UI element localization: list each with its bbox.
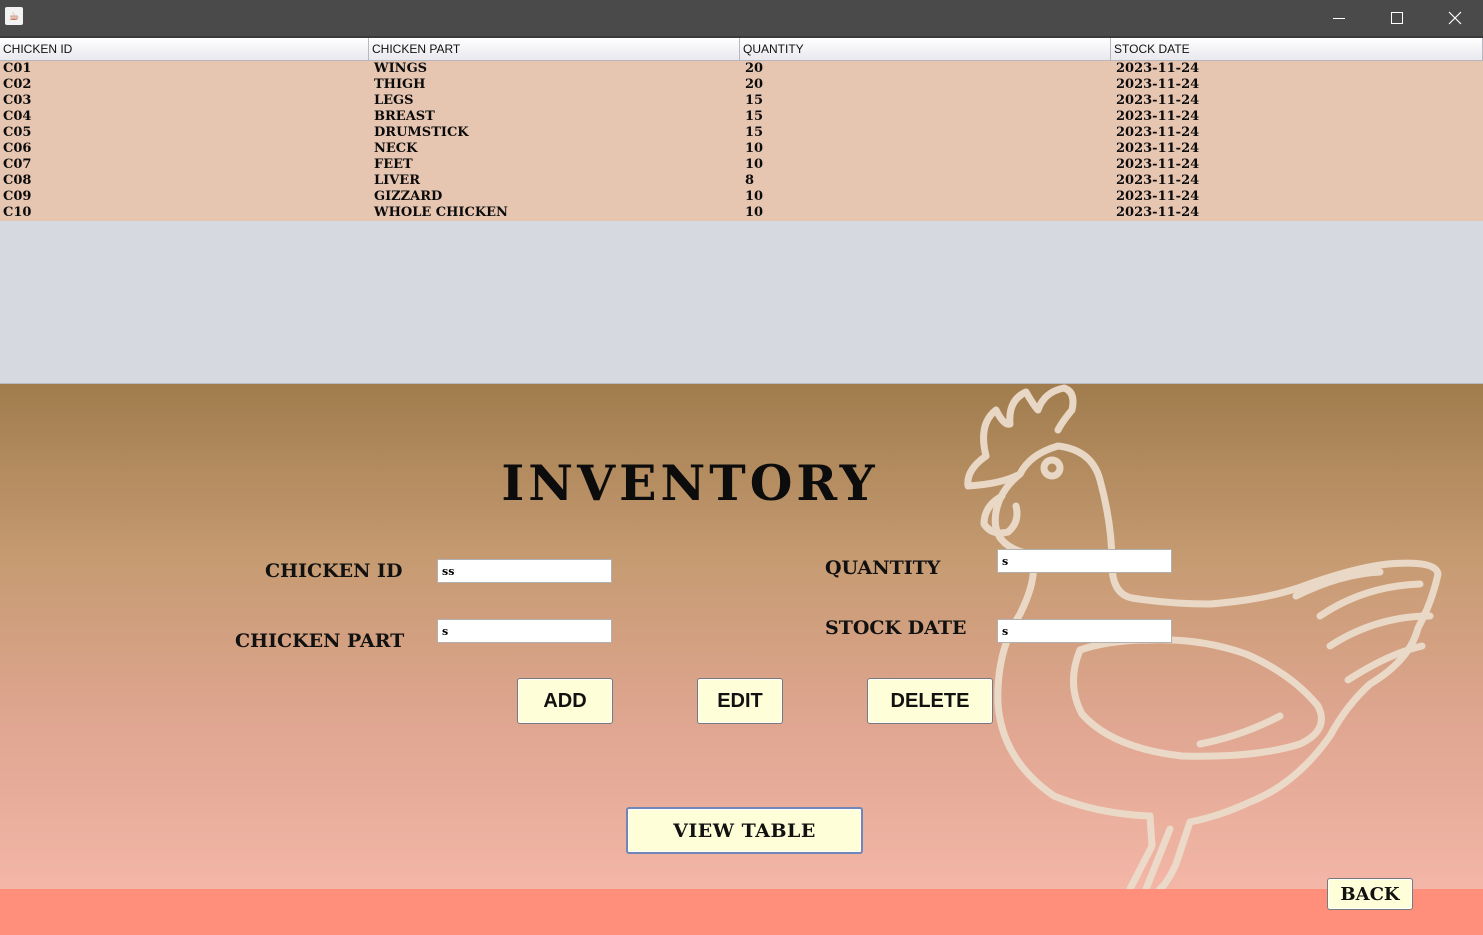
minimize-icon (1333, 17, 1345, 19)
maximize-button[interactable] (1368, 0, 1426, 36)
table-row[interactable]: C08 LIVER 8 2023-11-24 (0, 173, 1483, 189)
cell-quantity: 20 (745, 77, 764, 92)
table-row[interactable]: C05 DRUMSTICK 15 2023-11-24 (0, 125, 1483, 141)
cell-chicken-part: GIZZARD (374, 189, 443, 204)
inventory-table[interactable]: CHICKEN ID CHICKEN PART QUANTITY STOCK D… (0, 38, 1483, 384)
table-row[interactable]: C02 THIGH 20 2023-11-24 (0, 77, 1483, 93)
chicken-id-label: CHICKEN ID (265, 560, 403, 582)
quantity-field[interactable] (997, 549, 1172, 573)
chicken-part-label: CHICKEN PART (235, 630, 405, 652)
back-button[interactable]: BACK (1327, 878, 1413, 910)
cell-quantity: 8 (745, 173, 755, 188)
table-row[interactable]: C07 FEET 10 2023-11-24 (0, 157, 1483, 173)
cell-chicken-id: C08 (3, 173, 32, 188)
table-body: C01 WINGS 20 2023-11-24 C02 THIGH 20 2023-11-24… (0, 61, 1483, 221)
table-row[interactable]: C01 WINGS 20 2023-11-24 (0, 61, 1483, 77)
table-header: CHICKEN ID CHICKEN PART QUANTITY STOCK D… (0, 38, 1483, 61)
cell-chicken-id: C01 (3, 61, 32, 76)
cell-chicken-part: LEGS (374, 93, 414, 108)
cell-stock-date: 2023-11-24 (1116, 141, 1200, 156)
add-button[interactable]: ADD (517, 678, 613, 724)
table-row[interactable]: C03 LEGS 15 2023-11-24 (0, 93, 1483, 109)
cell-chicken-id: C09 (3, 189, 32, 204)
cell-quantity: 10 (745, 141, 764, 156)
cell-chicken-part: FEET (374, 157, 413, 172)
cell-stock-date: 2023-11-24 (1116, 61, 1200, 76)
close-icon (1448, 11, 1462, 25)
table-row[interactable]: C04 BREAST 15 2023-11-24 (0, 109, 1483, 125)
cell-chicken-id: C06 (3, 141, 32, 156)
window-titlebar: ☕ (0, 0, 1483, 38)
cell-chicken-part: WINGS (374, 61, 428, 76)
table-row[interactable]: C06 NECK 10 2023-11-24 (0, 141, 1483, 157)
delete-button[interactable]: DELETE (867, 678, 993, 724)
cell-stock-date: 2023-11-24 (1116, 205, 1200, 220)
cell-quantity: 15 (745, 93, 764, 108)
cell-quantity: 20 (745, 61, 764, 76)
cell-quantity: 15 (745, 109, 764, 124)
view-table-button[interactable]: VIEW TABLE (626, 807, 863, 854)
cell-chicken-id: C05 (3, 125, 32, 140)
stock-date-label: STOCK DATE (825, 617, 967, 639)
cell-stock-date: 2023-11-24 (1116, 125, 1200, 140)
cell-chicken-part: DRUMSTICK (374, 125, 469, 140)
cell-stock-date: 2023-11-24 (1116, 173, 1200, 188)
column-header-chicken-part[interactable]: CHICKEN PART (369, 38, 740, 60)
quantity-label: QUANTITY (825, 557, 941, 579)
inventory-form-panel: INVENTORY CHICKEN ID CHICKEN PART QUANTI… (0, 384, 1483, 889)
edit-button[interactable]: EDIT (697, 678, 783, 724)
cell-chicken-id: C07 (3, 157, 32, 172)
cell-quantity: 10 (745, 157, 764, 172)
table-row[interactable]: C10 WHOLE CHICKEN 10 2023-11-24 (0, 205, 1483, 221)
column-header-stock-date[interactable]: STOCK DATE (1111, 38, 1483, 60)
cell-chicken-part: WHOLE CHICKEN (374, 205, 508, 220)
chicken-id-field[interactable] (437, 559, 612, 583)
cell-chicken-part: THIGH (374, 77, 426, 92)
table-row[interactable]: C09 GIZZARD 10 2023-11-24 (0, 189, 1483, 205)
stock-date-field[interactable] (997, 619, 1172, 643)
cell-quantity: 10 (745, 189, 764, 204)
chicken-part-field[interactable] (437, 619, 612, 643)
cell-chicken-part: NECK (374, 141, 418, 156)
cell-quantity: 15 (745, 125, 764, 140)
cell-chicken-id: C02 (3, 77, 32, 92)
cell-stock-date: 2023-11-24 (1116, 77, 1200, 92)
cell-chicken-part: BREAST (374, 109, 435, 124)
footer-band (0, 889, 1483, 935)
cell-chicken-id: C04 (3, 109, 32, 124)
minimize-button[interactable] (1310, 0, 1368, 36)
maximize-icon (1391, 12, 1403, 24)
cell-stock-date: 2023-11-24 (1116, 157, 1200, 172)
cell-chicken-id: C10 (3, 205, 32, 220)
cell-stock-date: 2023-11-24 (1116, 109, 1200, 124)
column-header-quantity[interactable]: QUANTITY (740, 38, 1111, 60)
column-header-chicken-id[interactable]: CHICKEN ID (0, 38, 369, 60)
cell-chicken-part: LIVER (374, 173, 421, 188)
cell-chicken-id: C03 (3, 93, 32, 108)
java-cup-icon: ☕ (5, 7, 23, 25)
close-button[interactable] (1426, 0, 1483, 36)
cell-quantity: 10 (745, 205, 764, 220)
cell-stock-date: 2023-11-24 (1116, 189, 1200, 204)
cell-stock-date: 2023-11-24 (1116, 93, 1200, 108)
page-title: INVENTORY (501, 454, 879, 512)
